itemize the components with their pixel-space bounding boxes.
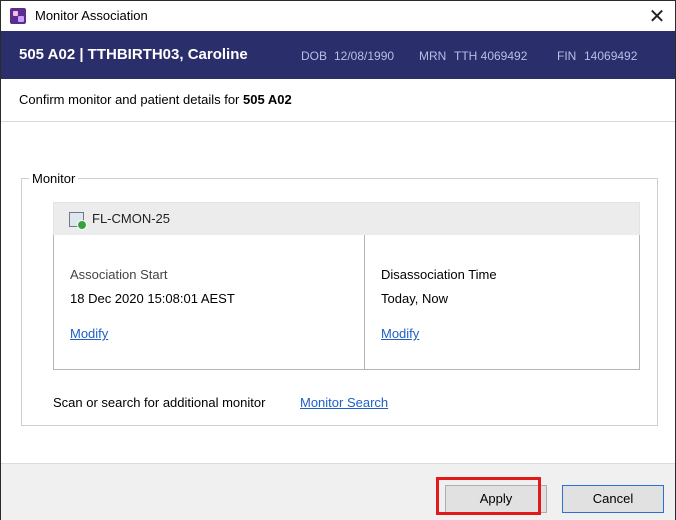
dob-value: 12/08/1990 [334, 49, 395, 63]
monitor-device-icon [69, 212, 87, 230]
monitor-search-link[interactable]: Monitor Search [300, 395, 388, 410]
device-header: FL-CMON-25 [53, 202, 640, 236]
association-modify-link[interactable]: Modify [70, 326, 108, 341]
association-start-value: 18 Dec 2020 15:08:01 AEST [70, 291, 235, 306]
title-bar: Monitor Association ✕ [1, 1, 675, 32]
dob-label: DOB [301, 49, 328, 63]
disassociation-label: Disassociation Time [381, 267, 497, 282]
mrn-value: TTH 4069492 [454, 49, 528, 63]
association-start-label: Association Start [70, 267, 168, 282]
panel-divider [364, 235, 365, 369]
patient-name: 505 A02 | TTHBIRTH03, Caroline [19, 46, 248, 63]
confirm-location: 505 A02 [243, 92, 292, 107]
apply-highlight [436, 477, 541, 515]
fin-label: FIN [557, 49, 577, 63]
device-name: FL-CMON-25 [92, 211, 171, 226]
scan-text: Scan or search for additional monitor [53, 395, 266, 410]
cancel-button[interactable]: Cancel [562, 485, 664, 513]
monitor-group-legend: Monitor [29, 171, 79, 186]
mrn-label: MRN [419, 49, 447, 63]
confirm-bar: Confirm monitor and patient details for … [1, 79, 675, 122]
fin-value: 14069492 [584, 49, 638, 63]
disassociation-modify-link[interactable]: Modify [381, 326, 419, 341]
app-icon [10, 8, 26, 24]
disassociation-value: Today, Now [381, 291, 448, 306]
patient-banner: 505 A02 | TTHBIRTH03, Caroline DOB 12/08… [1, 31, 675, 79]
close-icon[interactable]: ✕ [643, 3, 671, 29]
monitor-association-dialog: Monitor Association ✕ 505 A02 | TTHBIRTH… [0, 0, 676, 520]
confirm-text: Confirm monitor and patient details for … [19, 92, 292, 107]
window-title: Monitor Association [35, 8, 148, 23]
